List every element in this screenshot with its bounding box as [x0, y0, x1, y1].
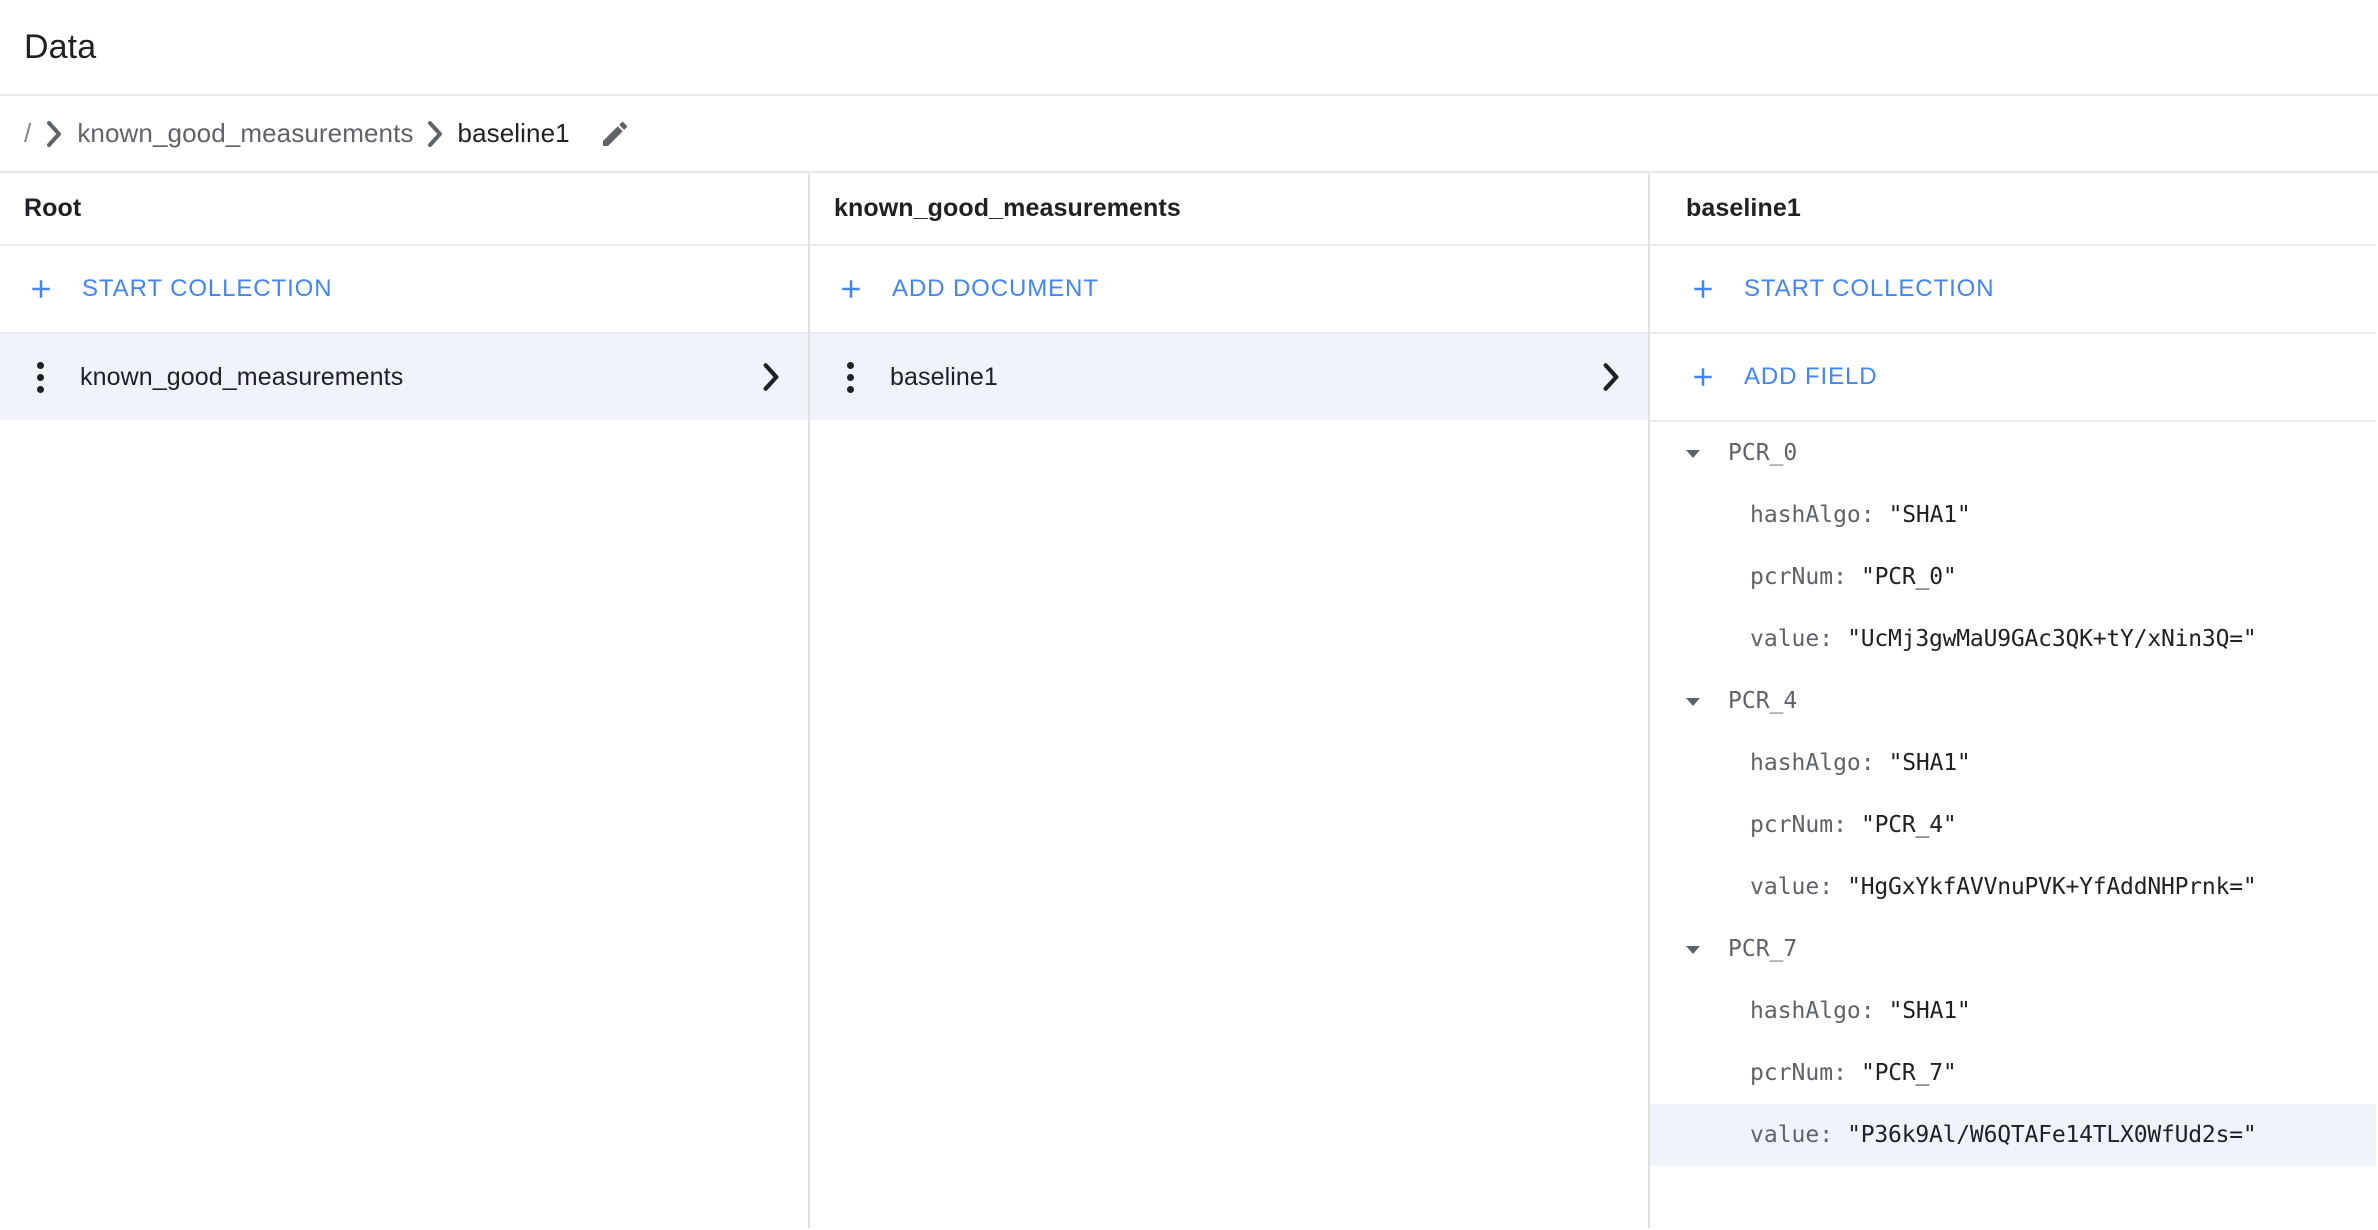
- chevron-right-icon: [33, 119, 77, 149]
- start-collection-label: START COLLECTION: [82, 275, 333, 302]
- field-value: "PCR_7": [1860, 1060, 1957, 1086]
- field-key: value: [1750, 626, 1820, 652]
- collection-list-item-label: known_good_measurements: [80, 362, 404, 391]
- field-key: value: [1750, 1122, 1820, 1148]
- field-group-name: PCR_4: [1728, 688, 1798, 714]
- add-document-label: ADD DOCUMENT: [892, 275, 1099, 302]
- field-row[interactable]: hashAlgo : "SHA1": [1650, 484, 2376, 546]
- field-colon: :: [1860, 998, 1875, 1024]
- field-value: "PCR_4": [1860, 812, 1957, 838]
- field-row[interactable]: hashAlgo : "SHA1": [1650, 732, 2376, 794]
- document-panel-header: baseline1: [1650, 173, 2376, 246]
- field-key: pcrNum: [1750, 1060, 1834, 1086]
- chevron-right-icon: [1594, 360, 1628, 394]
- field-key: pcrNum: [1750, 812, 1834, 838]
- document-list-item[interactable]: baseline1: [810, 334, 1648, 420]
- field-group-toggle[interactable]: PCR_4: [1650, 670, 2376, 732]
- field-key: value: [1750, 874, 1820, 900]
- field-value: "UcMj3gwMaU9GAc3QK+tY/xNin3Q=": [1847, 626, 2257, 652]
- collection-panel-header: known_good_measurements: [810, 173, 1648, 246]
- field-row[interactable]: pcrNum : "PCR_0": [1650, 546, 2376, 608]
- field-colon: :: [1819, 1122, 1834, 1148]
- field-row[interactable]: pcrNum : "PCR_4": [1650, 794, 2376, 856]
- plus-icon: [834, 272, 868, 306]
- title-bar: Data: [0, 0, 2378, 94]
- add-document-button[interactable]: ADD DOCUMENT: [810, 246, 1648, 334]
- plus-icon: [1686, 272, 1720, 306]
- add-field-label: ADD FIELD: [1744, 363, 1878, 390]
- root-panel-header: Root: [0, 173, 808, 246]
- panel-container: Root START COLLECTION known_good_measure…: [0, 173, 2378, 1228]
- field-colon: :: [1819, 626, 1834, 652]
- field-key: hashAlgo: [1750, 750, 1861, 776]
- field-row[interactable]: pcrNum : "PCR_7": [1650, 1042, 2376, 1104]
- collection-list-item[interactable]: known_good_measurements: [0, 334, 808, 420]
- root-panel: Root START COLLECTION known_good_measure…: [0, 173, 810, 1228]
- caret-down-icon: [1678, 686, 1708, 716]
- chevron-right-icon: [414, 119, 458, 149]
- start-collection-button[interactable]: START COLLECTION: [0, 246, 808, 334]
- breadcrumb-item-document[interactable]: baseline1: [458, 118, 570, 149]
- more-vert-icon[interactable]: [828, 355, 872, 399]
- field-colon: :: [1833, 564, 1847, 590]
- caret-down-icon: [1678, 438, 1708, 468]
- field-colon: :: [1819, 874, 1834, 900]
- field-value: "P36k9Al/W6QTAFe14TLX0WfUd2s=": [1847, 1122, 2257, 1148]
- chevron-right-icon: [754, 360, 788, 394]
- breadcrumb: / known_good_measurements baseline1: [0, 94, 2378, 173]
- field-group-toggle[interactable]: PCR_0: [1650, 422, 2376, 484]
- field-row[interactable]: hashAlgo : "SHA1": [1650, 980, 2376, 1042]
- collection-panel: known_good_measurements ADD DOCUMENT bas…: [810, 173, 1650, 1228]
- field-key: pcrNum: [1750, 564, 1834, 590]
- field-value: "SHA1": [1888, 502, 1971, 528]
- plus-icon: [24, 272, 58, 306]
- document-panel: baseline1 START COLLECTION ADD FIELD PCR…: [1650, 173, 2376, 1228]
- field-key: hashAlgo: [1750, 502, 1861, 528]
- caret-down-icon: [1678, 934, 1708, 964]
- pencil-icon[interactable]: [596, 115, 634, 153]
- breadcrumb-root[interactable]: /: [22, 118, 33, 149]
- field-group-name: PCR_7: [1728, 936, 1798, 962]
- more-vert-icon[interactable]: [18, 355, 62, 399]
- field-group-name: PCR_0: [1728, 440, 1798, 466]
- field-colon: :: [1860, 502, 1875, 528]
- add-field-button[interactable]: ADD FIELD: [1650, 334, 2376, 422]
- breadcrumb-item-collection[interactable]: known_good_measurements: [77, 118, 413, 149]
- field-group-toggle[interactable]: PCR_7: [1650, 918, 2376, 980]
- field-row[interactable]: value : "P36k9Al/W6QTAFe14TLX0WfUd2s=": [1650, 1104, 2376, 1166]
- field-value: "PCR_0": [1860, 564, 1957, 590]
- start-collection-button-document[interactable]: START COLLECTION: [1650, 246, 2376, 334]
- plus-icon: [1686, 360, 1720, 394]
- field-value: "HgGxYkfAVVnuPVK+YfAddNHPrnk=": [1847, 874, 2257, 900]
- field-tree: PCR_0 hashAlgo : "SHA1" pcrNum : "PCR_0"…: [1650, 422, 2376, 1166]
- field-colon: :: [1833, 812, 1847, 838]
- field-value: "SHA1": [1888, 998, 1971, 1024]
- field-colon: :: [1860, 750, 1875, 776]
- field-key: hashAlgo: [1750, 998, 1861, 1024]
- field-row[interactable]: value : "UcMj3gwMaU9GAc3QK+tY/xNin3Q=": [1650, 608, 2376, 670]
- page-title: Data: [24, 27, 97, 66]
- field-row[interactable]: value : "HgGxYkfAVVnuPVK+YfAddNHPrnk=": [1650, 856, 2376, 918]
- data-console-page: Data / known_good_measurements baseline1…: [0, 0, 2378, 1230]
- field-value: "SHA1": [1888, 750, 1971, 776]
- start-collection-label-document: START COLLECTION: [1744, 275, 1995, 302]
- field-colon: :: [1833, 1060, 1847, 1086]
- document-list-item-label: baseline1: [890, 362, 998, 391]
